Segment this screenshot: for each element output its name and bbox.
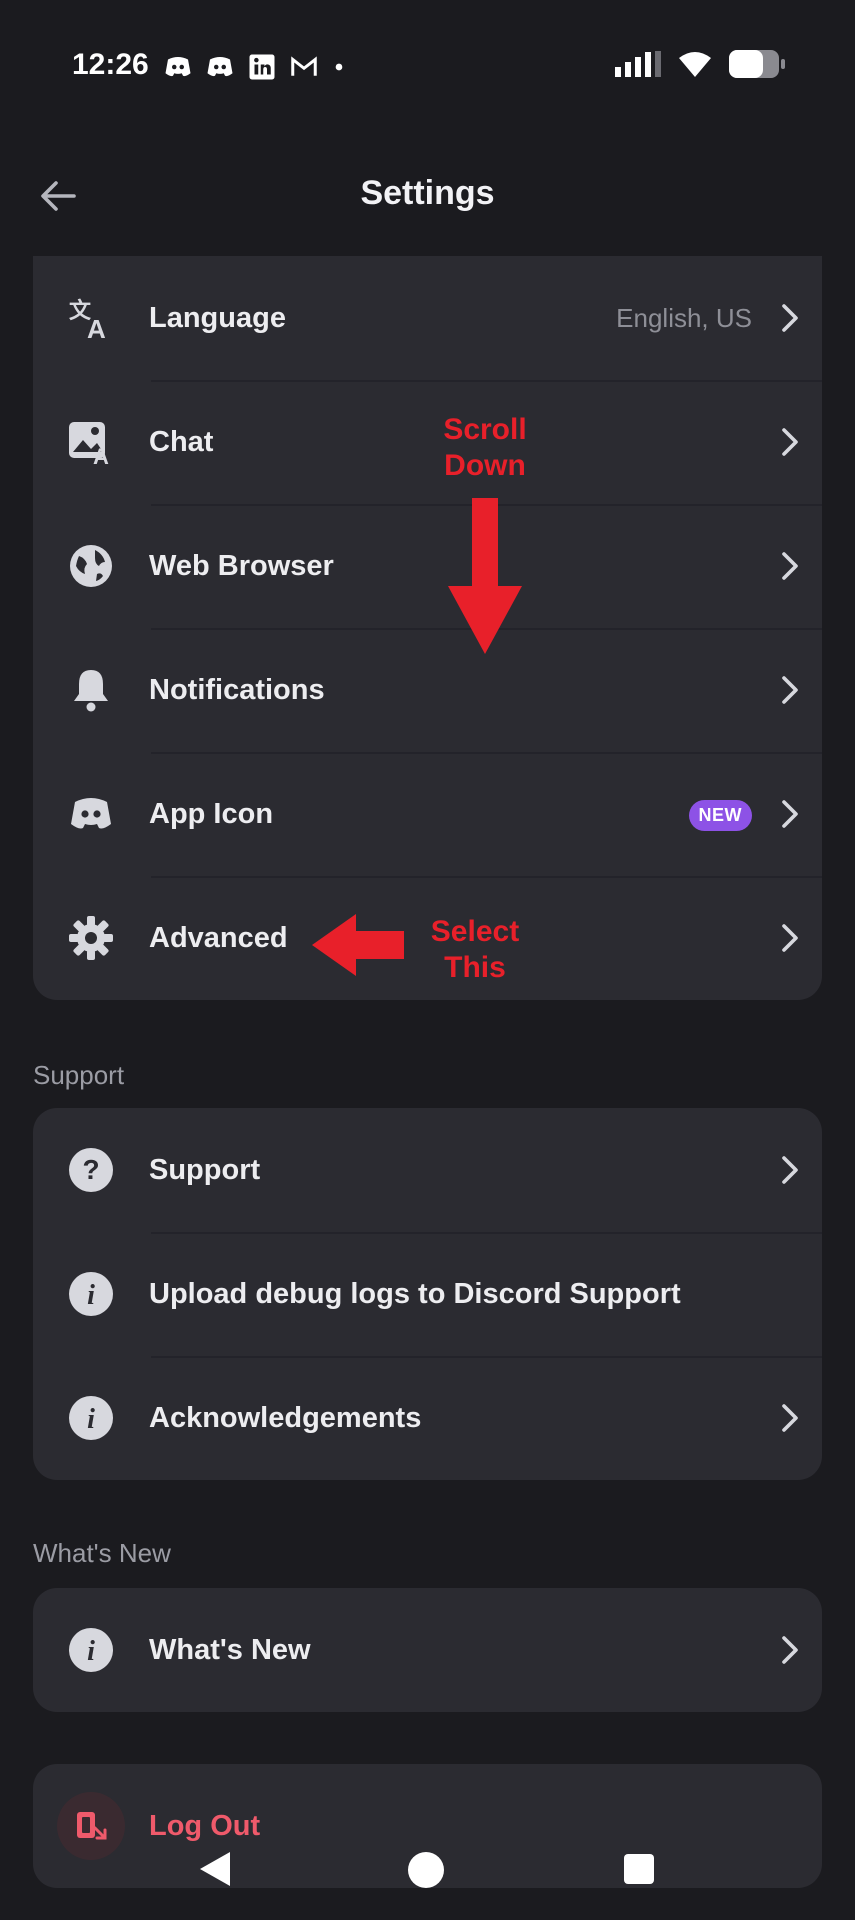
chevron-right-icon	[782, 1404, 798, 1432]
language-value: English, US	[616, 302, 752, 333]
info-icon: i	[67, 1626, 115, 1674]
chevron-right-icon	[782, 1636, 798, 1664]
section-title-whats-new: What's New	[33, 1538, 171, 1568]
discord-icon	[165, 57, 191, 77]
new-badge: NEW	[688, 800, 752, 831]
svg-text:A: A	[93, 444, 109, 466]
scroll-down-annotation: Scroll Down	[443, 413, 527, 482]
nav-home-button[interactable]	[400, 1844, 452, 1896]
row-label: Advanced	[149, 921, 288, 954]
nav-recents-button[interactable]	[614, 1844, 664, 1894]
section-title-support: Support	[33, 1060, 125, 1090]
nav-recents-icon	[624, 1854, 654, 1884]
wifi-icon	[679, 52, 711, 77]
language-icon: 文A	[67, 294, 115, 342]
chevron-right-icon	[782, 800, 798, 828]
question-icon: ?	[67, 1146, 115, 1194]
chevron-right-icon	[782, 924, 798, 952]
discord-icon	[67, 790, 115, 838]
battery-icon	[729, 50, 785, 78]
svg-text:i: i	[87, 1280, 95, 1311]
nav-home-icon	[408, 1852, 444, 1888]
arrow-down-annotation	[448, 498, 522, 654]
row-label: What's New	[149, 1633, 311, 1666]
svg-text:i: i	[87, 1636, 95, 1667]
chevron-right-icon	[782, 304, 798, 332]
settings-row-whats-new[interactable]: i What's New	[33, 1588, 822, 1712]
signal-icon	[615, 51, 661, 77]
logout-label: Log Out	[149, 1809, 261, 1842]
row-label: Notifications	[149, 673, 325, 706]
system-nav-bar	[0, 1840, 855, 1900]
gear-icon	[67, 914, 115, 962]
chat-image-icon: A	[67, 418, 115, 466]
status-time: 12:26	[72, 48, 149, 81]
svg-text:?: ?	[82, 1154, 99, 1185]
settings-row-upload-debug-logs[interactable]: i Upload debug logs to Discord Support	[33, 1232, 822, 1356]
chevron-right-icon	[782, 428, 798, 456]
whats-new-card: i What's New	[33, 1588, 822, 1712]
row-label: App Icon	[149, 797, 274, 830]
settings-row-web-browser[interactable]: Web Browser	[33, 504, 822, 628]
row-label: Acknowledgements	[149, 1401, 422, 1434]
chevron-right-icon	[782, 1156, 798, 1184]
settings-row-language[interactable]: 文A Language English, US	[33, 256, 822, 380]
svg-text:i: i	[87, 1404, 95, 1435]
header: Settings	[0, 160, 855, 232]
app-settings-card: 文A Language English, US A Chat Web Brows…	[33, 256, 822, 1000]
settings-row-app-icon[interactable]: App Icon NEW	[33, 752, 822, 876]
page-title: Settings	[360, 174, 495, 212]
svg-text:A: A	[87, 314, 106, 342]
discord-icon	[207, 57, 233, 77]
support-card: ? Support i Upload debug logs to Discord…	[33, 1108, 822, 1480]
row-label: Language	[149, 301, 286, 334]
bell-icon	[67, 666, 115, 714]
info-icon: i	[67, 1394, 115, 1442]
gmail-icon	[291, 56, 317, 76]
row-label: Chat	[149, 425, 214, 458]
row-label: Upload debug logs to Discord Support	[149, 1277, 681, 1310]
settings-row-acknowledgements[interactable]: i Acknowledgements	[33, 1356, 822, 1480]
chevron-right-icon	[782, 552, 798, 580]
status-right	[615, 50, 785, 78]
row-label: Web Browser	[149, 549, 334, 582]
nav-back-button[interactable]	[190, 1844, 240, 1894]
globe-icon	[67, 542, 115, 590]
info-icon: i	[67, 1270, 115, 1318]
dot-icon	[335, 63, 343, 71]
row-label: Support	[149, 1153, 261, 1186]
select-this-annotation: Select This	[430, 915, 520, 984]
status-bar: 12:26	[0, 0, 855, 140]
arrow-left-annotation	[312, 914, 404, 976]
linkedin-icon	[249, 54, 275, 80]
nav-back-icon	[200, 1852, 230, 1886]
chevron-right-icon	[782, 676, 798, 704]
notification-icons	[163, 52, 347, 82]
settings-row-support[interactable]: ? Support	[33, 1108, 822, 1232]
settings-row-notifications[interactable]: Notifications	[33, 628, 822, 752]
